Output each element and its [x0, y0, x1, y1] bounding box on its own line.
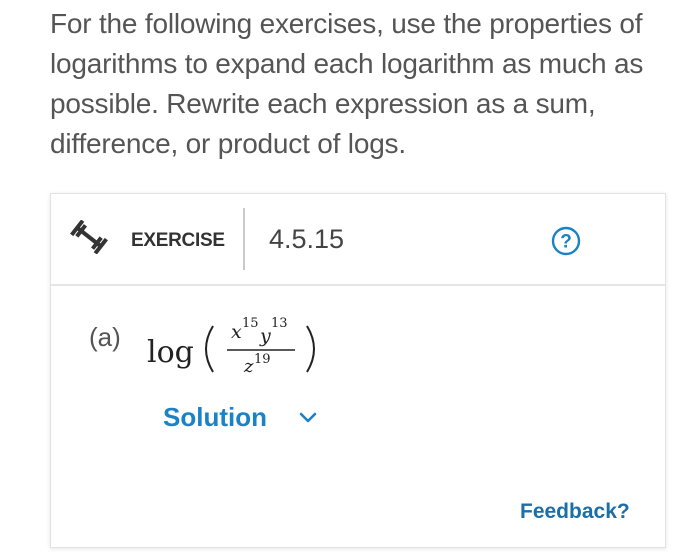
left-paren — [205, 325, 214, 373]
right-paren — [306, 325, 315, 373]
num-x-exp: 15 — [242, 316, 259, 331]
svg-text:?: ? — [560, 232, 572, 253]
log-expression: log x 15 y 13 z 19 — [147, 316, 315, 377]
exercise-header: EXERCISE 4.5.15 ? — [51, 194, 665, 286]
instructions-text: For the following exercises, use the pro… — [50, 8, 644, 159]
den-z: z — [243, 356, 254, 377]
num-x: x — [231, 321, 242, 343]
num-y: y — [259, 325, 271, 347]
exercise-label: EXERCISE — [131, 230, 225, 251]
num-y-exp: 13 — [271, 316, 288, 331]
exercise-number: 4.5.15 — [269, 224, 345, 254]
part-label: (a) — [89, 322, 121, 352]
solution-toggle[interactable]: Solution — [163, 402, 267, 433]
den-z-exp: 19 — [254, 352, 271, 367]
log-func: log — [147, 335, 194, 370]
exercise-card: EXERCISE 4.5.15 ? (a) log x 15 y 13 z 19… — [50, 193, 666, 548]
feedback-link[interactable]: Feedback? — [520, 500, 630, 524]
chevron-down-icon[interactable] — [297, 410, 319, 426]
dumbbell-icon — [70, 220, 108, 254]
question-circle-icon[interactable]: ? — [551, 226, 581, 256]
header-divider — [243, 208, 245, 270]
